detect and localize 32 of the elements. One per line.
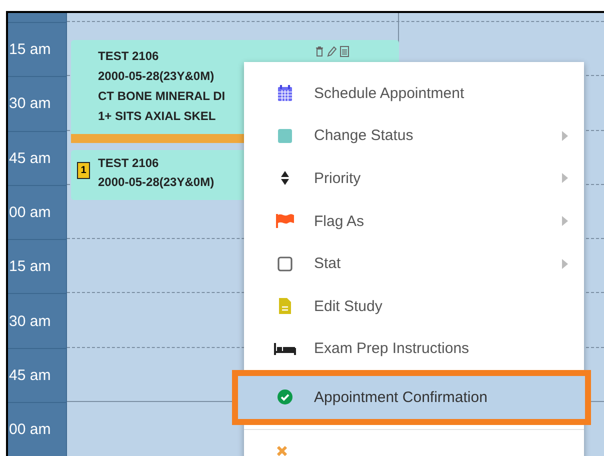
bed-icon	[274, 342, 296, 356]
menu-item[interactable]: Flag As	[244, 200, 584, 242]
checkbox-icon	[277, 256, 293, 272]
time-label: 15 am	[9, 41, 51, 58]
list-icon[interactable]	[340, 46, 349, 57]
time-label: 45 am	[9, 150, 51, 167]
menu-item[interactable]: Exam Prep Instructions	[244, 328, 584, 370]
sort-icon	[280, 170, 290, 186]
menu-item[interactable]: Edit Study	[244, 284, 584, 328]
document-icon	[278, 297, 292, 316]
appointment-text: CT BONE MINERAL DI	[98, 88, 226, 105]
pencil-icon[interactable]	[327, 46, 337, 57]
trash-icon[interactable]	[315, 46, 324, 57]
cross-icon	[276, 444, 288, 456]
menu-item[interactable]: Stat	[244, 242, 584, 285]
flag-icon	[275, 213, 295, 230]
priority-badge: 1	[77, 162, 90, 179]
appointment-text: TEST 2106	[98, 155, 159, 172]
time-label: 15 am	[9, 258, 51, 276]
time-label: 00 am	[9, 421, 51, 438]
appointment-text: 1+ SITS AXIAL SKEL	[98, 108, 216, 125]
time-label: 30 am	[9, 95, 51, 112]
appointment-text: 2000-05-28(23Y&0M)	[98, 68, 214, 85]
check-circle-icon	[277, 389, 293, 406]
time-label: 45 am	[9, 366, 51, 384]
time-label: 00 am	[9, 204, 51, 222]
time-label: 30 am	[9, 312, 51, 330]
menu-item[interactable]: Appointment Confirmation	[238, 376, 585, 419]
square-icon	[277, 128, 293, 144]
appointment-text: TEST 2106	[98, 48, 159, 65]
appointment-text: 2000-05-28(23Y&0M)	[98, 174, 214, 191]
calendar-icon	[277, 84, 293, 102]
